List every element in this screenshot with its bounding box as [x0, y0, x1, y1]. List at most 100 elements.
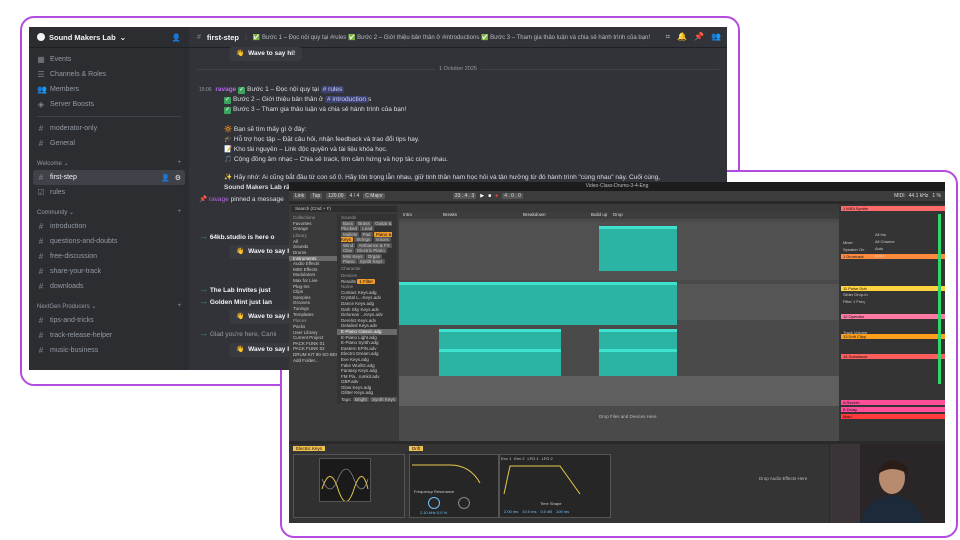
env-tab[interactable]: Env 1	[501, 456, 511, 461]
channel-free-discussion[interactable]: # free-discussion	[29, 249, 189, 264]
locator-breakdown[interactable]: Breakdown	[523, 212, 546, 217]
midi-clip[interactable]	[521, 282, 599, 325]
tempo-field[interactable]: 120.00	[326, 193, 346, 199]
channel-questions-and-doubts[interactable]: # questions-and-doubts	[29, 234, 189, 249]
channel-tips-and-tricks[interactable]: # tips-and-tricks	[29, 313, 189, 328]
sound-tag[interactable]: Strings	[354, 237, 373, 243]
mixer-track-header[interactable]: 12 Operator	[841, 314, 945, 319]
add-channel-icon[interactable]: +	[177, 209, 181, 215]
members-list-icon[interactable]: 👥	[711, 32, 721, 42]
nav-server-boosts[interactable]: ◈ Server Boosts	[29, 97, 189, 112]
sub-tag[interactable]: Piano	[341, 259, 357, 265]
mixer-track-header[interactable]: B Delay	[841, 407, 945, 412]
channel-introduction[interactable]: # introduction	[29, 219, 189, 234]
sub-tag[interactable]: Mini Keys	[341, 253, 365, 259]
browser-search[interactable]: Search (Cmd + F)	[291, 206, 397, 212]
play-icon[interactable]: ▶	[480, 193, 484, 199]
audio-clip[interactable]	[399, 376, 839, 406]
channel-topic[interactable]: ✅ Bước 1 – Đọc nội quy tại #rules ✅ Bước…	[253, 34, 653, 41]
bell-icon[interactable]: 🔔	[677, 32, 687, 42]
locator-intro[interactable]: Intro	[403, 212, 412, 217]
time-signature[interactable]: 4 / 4	[350, 193, 360, 199]
mixer-track-header[interactable]: 1 MIDI Synthe	[841, 206, 945, 211]
pin-icon[interactable]: 📌	[694, 32, 704, 42]
filter-badge[interactable]: 1 Filter	[357, 278, 376, 284]
channel-music-business[interactable]: # music-business	[29, 343, 189, 358]
mixer-track-header[interactable]: 1 Drumrack	[841, 254, 945, 259]
midi-clip[interactable]	[439, 349, 561, 377]
channel-mention-introduction[interactable]: # introduction	[324, 96, 368, 103]
channel-share-your-track[interactable]: # share-your-track	[29, 264, 189, 279]
midi-clip[interactable]	[599, 226, 677, 271]
routing-out[interactable]: Main	[875, 253, 884, 258]
locator-buildup[interactable]: Build up	[591, 212, 607, 217]
sound-tag[interactable]: Voices	[373, 237, 391, 243]
channel-first-step[interactable]: # first-step 👤 ⚙	[33, 170, 185, 185]
env-tab[interactable]: Env 2	[514, 456, 524, 461]
add-channel-icon[interactable]: +	[177, 160, 181, 166]
server-header[interactable]: Sound Makers Lab ⌄ 👤	[29, 27, 189, 48]
category-nextgen[interactable]: NextGen Producers ⌄ +	[29, 299, 189, 313]
sound-tag[interactable]: Bass	[341, 220, 356, 226]
invite-icon[interactable]: 👤	[161, 174, 170, 182]
sub-tag[interactable]: Organ	[365, 253, 383, 259]
link-button[interactable]: Link	[293, 193, 307, 199]
result-item[interactable]: Glitter Keys.adg	[337, 390, 397, 396]
position-field[interactable]: 33 . 4 . 3	[452, 193, 477, 199]
frequency-knob[interactable]	[428, 497, 440, 509]
sound-tag[interactable]: Wind	[341, 242, 356, 248]
stop-icon[interactable]: ■	[488, 193, 491, 199]
loop-end-field[interactable]: 4 . 0 . 0	[502, 193, 523, 199]
sound-tag[interactable]: Pad	[360, 231, 373, 237]
channel-mention-rules[interactable]: # rules	[320, 86, 345, 93]
device-title[interactable]: Electric Keys	[293, 446, 326, 451]
channel-rules[interactable]: ☑ rules	[29, 185, 189, 200]
mixer-track-header[interactable]: 14 Substance	[841, 354, 945, 359]
filter-panel[interactable]: Frequency Resonance 2.10 kHz 0.0 %	[409, 454, 499, 518]
sound-tag[interactable]: Lead	[360, 226, 375, 232]
sound-tag[interactable]: Ambience & FX	[356, 242, 392, 248]
channel-general[interactable]: # General	[29, 136, 189, 151]
nav-events[interactable]: ▦ Events	[29, 52, 189, 67]
channel-track-release-helper[interactable]: # track-release-helper	[29, 328, 189, 343]
locator-drop[interactable]: Drop	[613, 212, 623, 217]
add-member-icon[interactable]: 👤	[172, 33, 181, 42]
channel-moderator-only[interactable]: # moderator-only	[29, 121, 189, 136]
channel-downloads[interactable]: # downloads	[29, 279, 189, 294]
nav-channels-roles[interactable]: ☰ Channels & Roles	[29, 67, 189, 82]
gear-icon[interactable]: ⚙	[175, 174, 181, 182]
midi-clip[interactable]	[599, 329, 677, 350]
mixer-track-header[interactable]: A Reverb	[841, 400, 945, 405]
tag-chip[interactable]: Synth Keys	[370, 397, 397, 403]
places-item[interactable]: DRUM KIT 80 SO BEGI	[289, 352, 337, 358]
envelope-panel[interactable]: Env 1 Env 2 LFO 1 LFO 2 Time Shape 2.00 ms 1…	[499, 454, 611, 518]
nav-members[interactable]: 👥 Members	[29, 82, 189, 97]
wave-button-top[interactable]: 👋 Wave to say hi!	[229, 47, 303, 61]
wavetable-display[interactable]	[319, 458, 371, 502]
routing-monitor[interactable]: Auto	[875, 246, 883, 251]
tap-button[interactable]: Tap	[310, 193, 323, 199]
sub-tag[interactable]: Synth Keys	[357, 259, 385, 265]
synth-title[interactable]: Drift	[409, 446, 424, 451]
routing-channel[interactable]: All Channe	[875, 239, 895, 244]
timeline-ruler[interactable]	[399, 204, 839, 212]
sub-tag[interactable]: Clav	[341, 248, 355, 254]
midi-clip[interactable]	[399, 282, 521, 325]
key-field[interactable]: C Major	[363, 193, 385, 199]
places-item[interactable]: Add Folder...	[289, 358, 337, 364]
mixer-track-header[interactable]: Main	[841, 414, 945, 419]
env-tab[interactable]: LFO 2	[542, 456, 553, 461]
routing-ins[interactable]: All Ins	[875, 232, 886, 237]
add-channel-icon[interactable]: +	[177, 303, 181, 309]
sub-tag[interactable]: Electric Piano	[355, 248, 387, 254]
env-tab[interactable]: LFO 1	[527, 456, 538, 461]
midi-clip[interactable]	[439, 329, 561, 350]
midi-clip[interactable]	[599, 282, 677, 325]
sound-tag[interactable]: Brass	[356, 220, 372, 226]
category-welcome[interactable]: Welcome ⌄ +	[29, 156, 189, 170]
tag-chip[interactable]: Bright	[353, 397, 369, 403]
midi-clip[interactable]	[599, 349, 677, 377]
locator-breaks[interactable]: Breaks	[443, 212, 457, 217]
threads-icon[interactable]: ⌗	[666, 32, 671, 42]
resonance-knob[interactable]	[458, 497, 470, 509]
